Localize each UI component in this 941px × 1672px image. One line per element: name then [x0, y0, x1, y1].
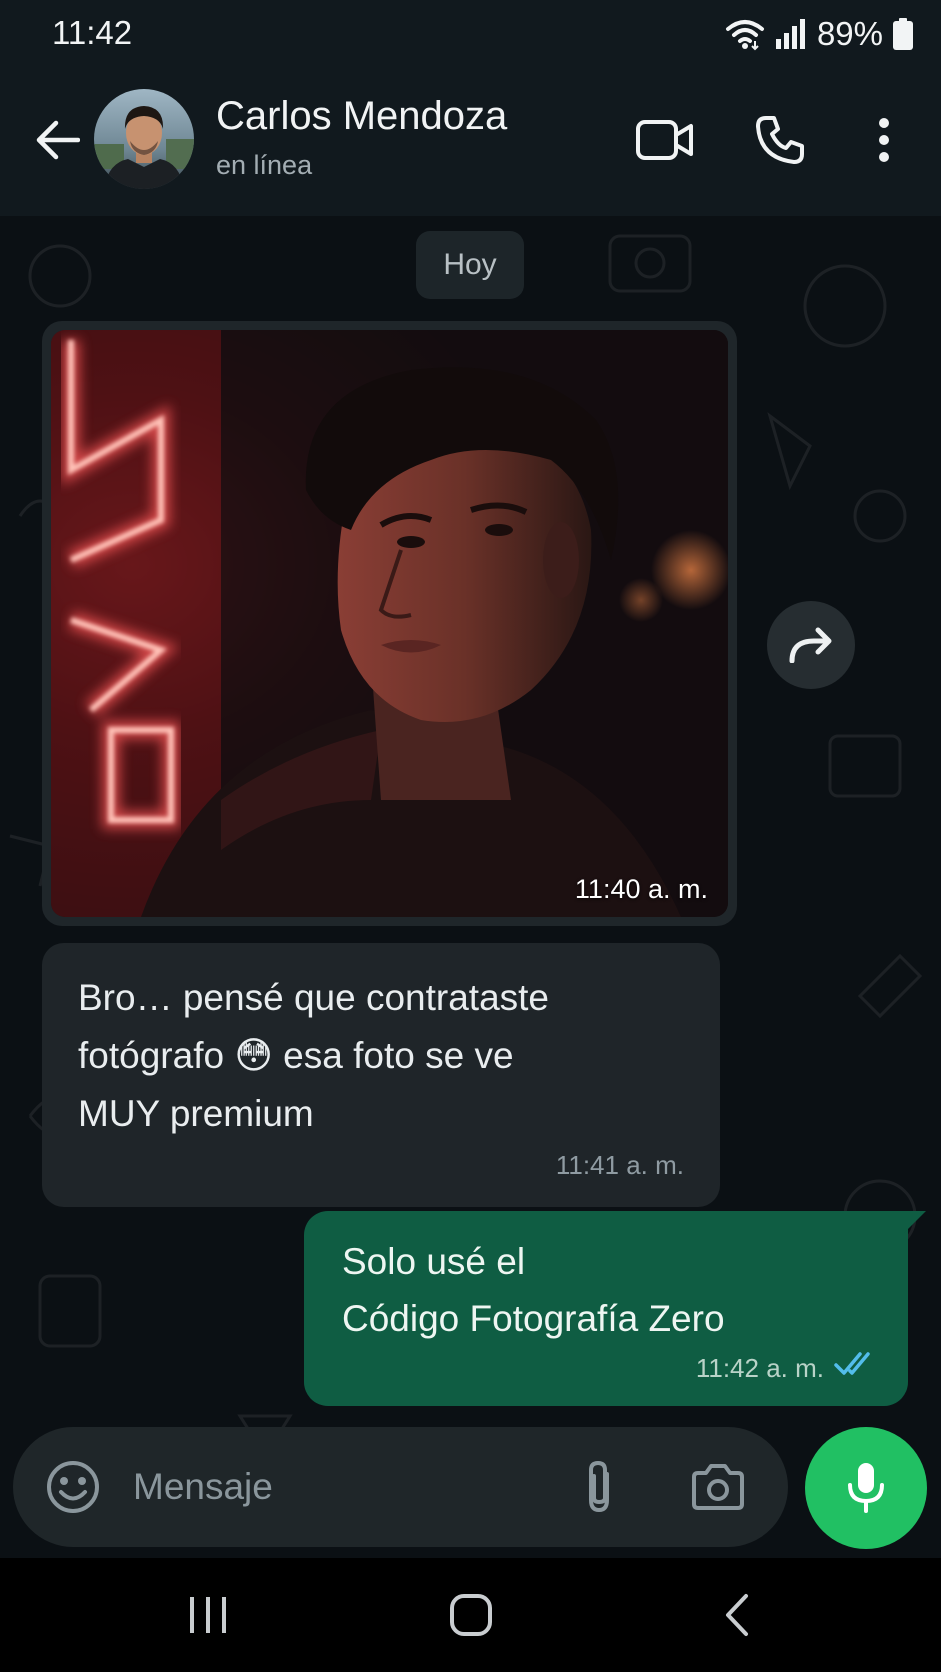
recent-apps-button[interactable]: [186, 1588, 230, 1642]
system-back-button[interactable]: [720, 1588, 754, 1642]
chat-area[interactable]: Hoy 11:40 a. m. Bro… pensé que contratas…: [0, 216, 941, 1558]
attach-button[interactable]: [571, 1457, 627, 1517]
camera-icon: [692, 1464, 744, 1510]
attach-icon: [589, 1460, 609, 1513]
mic-icon: [848, 1463, 884, 1513]
incoming-text-message[interactable]: Bro… pensé que contrataste fotógrafo 😳 e…: [42, 943, 720, 1207]
outgoing-message-text: Solo usé el Código Fotografía Zero: [342, 1241, 725, 1339]
emoji-button[interactable]: [45, 1459, 101, 1515]
voice-message-button[interactable]: [805, 1427, 927, 1549]
more-options-button[interactable]: [868, 108, 900, 172]
image-message[interactable]: 11:40 a. m.: [42, 321, 737, 926]
battery-icon: [893, 18, 913, 50]
avatar[interactable]: [94, 89, 194, 189]
incoming-message-text: Bro… pensé que contrataste fotógrafo 😳 e…: [78, 977, 550, 1134]
date-chip: Hoy: [416, 231, 524, 299]
back-button[interactable]: [34, 112, 82, 168]
forward-button[interactable]: [767, 601, 855, 689]
photo-portrait-image: [51, 330, 728, 917]
bubble-tail: [904, 1211, 926, 1233]
phone-icon: [756, 116, 804, 164]
back-arrow-icon: [36, 120, 80, 160]
read-receipt-icon: [834, 1351, 878, 1382]
forward-icon: [789, 627, 832, 663]
message-input[interactable]: [133, 1457, 513, 1517]
contact-status: en línea: [216, 150, 313, 180]
video-call-icon: [636, 120, 693, 160]
message-composer: [13, 1427, 788, 1547]
chevron-left-icon: [726, 1594, 748, 1636]
chat-header: Carlos Mendoza en línea: [0, 72, 941, 216]
voice-call-button[interactable]: [752, 108, 808, 172]
status-time: 11:42: [52, 14, 133, 51]
status-icons: 89%: [725, 14, 913, 54]
outgoing-message-time: 11:42 a. m.: [695, 1353, 824, 1383]
recent-apps-icon: [190, 1597, 226, 1633]
incoming-message-time: 11:41 a. m.: [555, 1150, 684, 1180]
contact-name[interactable]: Carlos Mendoza: [216, 94, 507, 139]
more-vert-icon: [879, 118, 889, 162]
signal-icon: [775, 19, 807, 49]
status-bar: 11:42 89%: [0, 0, 941, 72]
home-button[interactable]: [448, 1588, 494, 1642]
system-nav-bar: [0, 1558, 941, 1672]
battery-percent: 89%: [816, 15, 883, 52]
camera-button[interactable]: [688, 1459, 748, 1515]
image-message-time: 11:40 a. m.: [574, 874, 708, 904]
image-frame[interactable]: 11:40 a. m.: [51, 330, 728, 917]
video-call-button[interactable]: [634, 108, 696, 172]
outgoing-text-message[interactable]: Solo usé el Código Fotografía Zero 11:42…: [304, 1211, 926, 1406]
emoji-icon: [47, 1461, 99, 1513]
wifi-icon: [725, 17, 765, 51]
home-icon: [450, 1594, 492, 1636]
